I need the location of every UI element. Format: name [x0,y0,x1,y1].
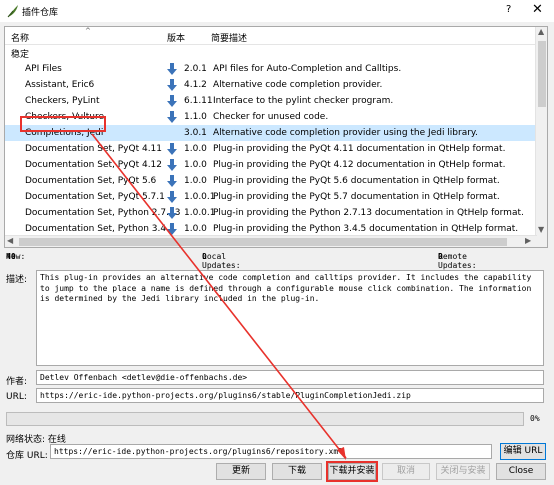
help-button[interactable]: ? [506,4,511,15]
title-bar: 插件仓库 ? ✕ [0,0,554,22]
update-button[interactable]: 更新 [216,463,266,480]
edit-url-button[interactable]: 编辑 URL [500,443,546,460]
table-row[interactable]: Documentation Set, PyQt 4.11 1.0.0 Plug-in… [5,141,537,157]
scroll-down-icon[interactable]: ▼ [538,225,544,234]
sort-indicator-icon: ^ [85,27,91,35]
plugin-version: 1.0.0.1 [184,208,216,218]
download-icon [167,111,177,123]
progress-percent: 0% [530,414,540,423]
table-row[interactable]: Documentation Set, PyQt 5.7.1 1.0.0.1 Plug… [5,189,537,205]
plugin-name: API Files [25,64,62,74]
scroll-up-icon[interactable]: ▲ [538,27,544,36]
plugin-list[interactable]: ^ 名称 版本 简要描述 稳定 API Files 2.0.1 API files … [4,26,548,248]
plugin-name: Documentation Set, PyQt 5.7.1 [25,192,165,202]
vertical-scrollbar[interactable]: ▲ ▼ [535,27,547,247]
plugin-description: Checker for unused code. [213,112,329,122]
repository-url-field[interactable]: https://eric-ide.python-projects.org/plu… [50,444,492,459]
highlight-selected-plugin [20,116,106,132]
download-icon [167,207,177,219]
plugin-version: 3.0.1 [184,128,207,138]
table-row[interactable]: Assistant, Eric6 4.1.2 Alternative code co… [5,77,537,93]
author-field[interactable]: Detlev Offenbach <detlev@die-offenbachs.… [36,370,544,385]
download-progress-bar [6,412,524,426]
list-header: ^ 名称 版本 简要描述 [5,27,537,45]
plugin-version: 4.1.2 [184,80,207,90]
repository-url-label: 仓库 URL: [6,451,48,461]
new-label: New: [6,252,26,261]
eric-feather-icon [7,5,18,18]
plugin-description: Interface to the pylint checker program. [213,96,394,106]
download-icon [167,79,177,91]
plugin-description: Plug-in providing the PyQt 5.7 documenta… [213,192,500,202]
download-icon [167,175,177,187]
update-counts: New: 40 Local Updates: 0 Remote Updates:… [6,252,548,270]
table-row[interactable]: Documentation Set, PyQt 4.12 1.0.0 Plug-in… [5,157,537,173]
download-icon [167,63,177,75]
horizontal-scrollbar[interactable]: ◀ ▶ [5,235,537,247]
download-icon [167,191,177,203]
download-button[interactable]: 下载 [272,463,322,480]
plugin-version: 6.1.11 [184,96,213,106]
plugin-version: 1.0.0 [184,160,207,170]
plugin-version: 2.0.1 [184,64,207,74]
download-icon [167,95,177,107]
close-button[interactable]: Close [496,463,546,480]
plugin-description: Plug-in providing the PyQt 4.12 document… [213,160,506,170]
plugin-description: API files for Auto-Completion and Callti… [213,64,402,74]
header-name[interactable]: 名称 [11,31,29,44]
close-window-button[interactable]: ✕ [532,2,543,17]
download-icon [167,223,177,235]
plugin-description: Plug-in providing the Python 2.7.13 docu… [213,208,524,218]
plugin-description: Alternative code completion provider usi… [213,128,478,138]
url-field[interactable]: https://eric-ide.python-projects.org/plu… [36,388,544,403]
remote-updates-label: Remote Updates: [438,252,477,270]
cancel-button[interactable]: 取消 [382,463,430,480]
plugin-name: Documentation Set, PyQt 4.12 [25,160,163,170]
url-label: URL: [6,392,27,402]
plugin-name: Checkers, PyLint [25,96,100,106]
window-title: 插件仓库 [22,8,59,18]
plugin-name: Documentation Set, Python 3.4.5 [25,224,175,234]
table-row[interactable]: API Files 2.0.1 API files for Auto-Complet… [5,61,537,77]
download-icon [167,143,177,155]
table-row[interactable]: Documentation Set, PyQt 5.6 1.0.0 Plug-in … [5,173,537,189]
author-label: 作者: [6,377,28,387]
plugin-description: Plug-in providing the Python 3.4.5 docum… [213,224,519,234]
scroll-right-icon[interactable]: ▶ [525,236,531,245]
plugin-name: Documentation Set, Python 2.7.13 [25,208,181,218]
description-text[interactable]: This plug-in provides an alternative cod… [36,270,544,366]
table-row[interactable]: Documentation Set, Python 2.7.13 1.0.0.1 P… [5,205,537,221]
plugin-version: 1.0.0 [184,224,207,234]
plugin-name: Assistant, Eric6 [25,80,95,90]
close-and-install-button[interactable]: 关闭与安装 [436,463,490,480]
plugin-description: Plug-in providing the PyQt 4.11 document… [213,144,506,154]
highlight-download-install [326,461,378,482]
plugin-version: 1.0.0 [184,176,207,186]
header-description[interactable]: 简要描述 [211,31,247,44]
scroll-thumb[interactable] [538,41,546,107]
group-stable[interactable]: 稳定 [11,47,29,60]
plugin-description: Plug-in providing the PyQt 5.6 documenta… [213,176,500,186]
plugin-name: Documentation Set, PyQt 5.6 [25,176,157,186]
plugin-version: 1.1.0 [184,112,207,122]
local-updates-label: Local Updates: [202,252,241,270]
hscroll-thumb[interactable] [19,238,507,246]
plugin-version: 1.0.0 [184,144,207,154]
plugin-name: Documentation Set, PyQt 4.11 [25,144,163,154]
download-icon [167,159,177,171]
header-version[interactable]: 版本 [167,31,185,44]
description-label: 描述: [6,275,28,285]
plugin-description: Alternative code completion provider. [213,80,383,90]
plugin-version: 1.0.0.1 [184,192,216,202]
table-row[interactable]: Checkers, PyLint 6.1.11 Interface to the p… [5,93,537,109]
scroll-left-icon[interactable]: ◀ [7,236,13,245]
